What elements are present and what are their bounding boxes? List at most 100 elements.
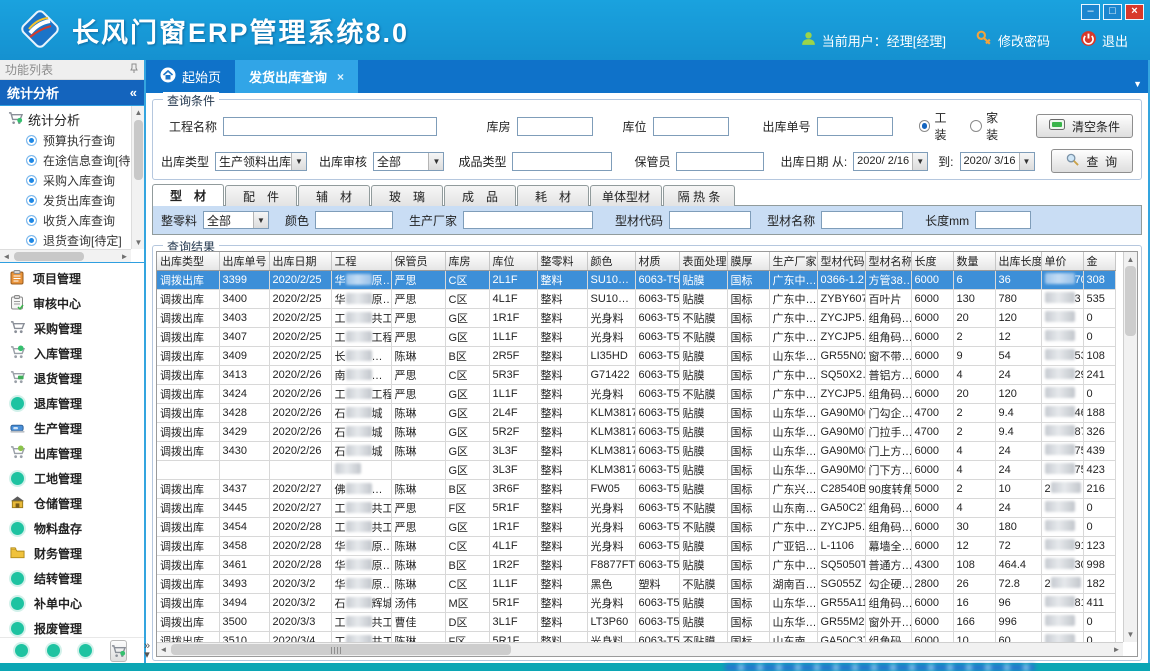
table-row[interactable]: 调拨出库34302020/2/26石城陈琳G区3L3F整料KLM38176063… (157, 441, 1115, 460)
table-row[interactable]: 调拨出库34282020/2/26石城陈琳G区2L4F整料KLM38176063… (157, 403, 1115, 422)
table-row[interactable]: 调拨出库34032020/2/25工共工程严思G区1R1F整料光身料6063-T… (157, 308, 1115, 327)
material-tab[interactable]: 隔 热 条 (663, 185, 735, 206)
sidebar-menu-item[interactable]: 入库管理 (0, 341, 144, 366)
column-header[interactable]: 金 (1083, 252, 1115, 270)
column-header[interactable]: 单价 (1041, 252, 1083, 270)
tab-shipping-outbound-query[interactable]: 发货出库查询× (235, 60, 358, 93)
tab-start-page[interactable]: 起始页 (146, 60, 235, 93)
column-header[interactable]: 型材代码 (817, 252, 865, 270)
tree-item[interactable]: 采购入库查询 (0, 170, 131, 190)
grid-vertical-scrollbar[interactable]: ▲ ▼ (1123, 252, 1137, 642)
grid-horizontal-scrollbar[interactable]: ◄ ► (157, 642, 1123, 656)
radio-work-install[interactable]: 工装 (919, 109, 959, 143)
column-header[interactable]: 数量 (953, 252, 995, 270)
table-row[interactable]: 调拨出库33992020/2/25华原…严思C区2L1F整料SU10…6063-… (157, 270, 1115, 289)
whole-part-select[interactable]: 全部 ▼ (203, 211, 269, 229)
logout-button[interactable]: 退出 (1080, 30, 1128, 50)
length-input[interactable] (975, 211, 1031, 229)
column-header[interactable]: 库房 (445, 252, 489, 270)
profile-code-input[interactable] (669, 211, 751, 229)
table-row[interactable]: 调拨出库35002020/3/3工共工程曹佳D区3L1F整料LT3P606063… (157, 612, 1115, 631)
column-header[interactable]: 工程 (331, 252, 391, 270)
maker-input[interactable] (463, 211, 593, 229)
tab-overflow-icon[interactable]: ▼ (1133, 79, 1142, 89)
footer-dot-icon[interactable] (15, 644, 28, 657)
color-input[interactable] (315, 211, 393, 229)
close-button[interactable]: × (1125, 4, 1144, 20)
table-row[interactable]: 调拨出库34002020/2/25华原…严思C区4L1F整料SU10…6063-… (157, 289, 1115, 308)
material-tab[interactable]: 耗 材 (517, 185, 589, 206)
table-row[interactable]: 调拨出库34092020/2/25长…陈琳B区2R5F整料LI35HD6063-… (157, 346, 1115, 365)
sidebar-menu-item[interactable]: 补单中心 (0, 591, 144, 616)
sidebar-menu-item[interactable]: 生产管理 (0, 416, 144, 441)
sidebar-menu-item[interactable]: 工地管理 (0, 466, 144, 491)
table-row[interactable]: 调拨出库34612020/2/28华原…陈琳B区1R2F整料F8877FT606… (157, 555, 1115, 574)
sidebar-menu-item[interactable]: 结转管理 (0, 566, 144, 591)
product-type-input[interactable] (512, 152, 612, 171)
column-header[interactable]: 型材名称 (865, 252, 911, 270)
sidebar-menu-item[interactable]: 物料盘存 (0, 516, 144, 541)
footer-dot-icon[interactable] (79, 644, 92, 657)
close-tab-icon[interactable]: × (337, 70, 344, 84)
table-row[interactable]: G区3L3F整料KLM38176063-T5贴膜国标山东华…GA90M09.门下… (157, 460, 1115, 479)
column-header[interactable]: 膜厚 (727, 252, 769, 270)
tree-item[interactable]: 发货出库查询 (0, 190, 131, 210)
order-no-input[interactable] (817, 117, 893, 136)
sidebar-menu-item[interactable]: 财务管理 (0, 541, 144, 566)
clear-conditions-button[interactable]: 清空条件 (1036, 114, 1133, 138)
sidebar-menu-item[interactable]: 报废管理 (0, 616, 144, 637)
footer-dot-icon[interactable] (47, 644, 60, 657)
date-to-picker[interactable]: 2020/ 3/16 ▼ (960, 152, 1035, 171)
tree-item[interactable]: 预算执行查询 (0, 130, 131, 150)
table-row[interactable]: 调拨出库34292020/2/26石城陈琳G区5R2F整料KLM38176063… (157, 422, 1115, 441)
audit-select[interactable]: 全部 ▼ (373, 152, 444, 171)
tree-horizontal-scrollbar[interactable]: ◄ ► (0, 249, 131, 262)
warehouse-input[interactable] (517, 117, 593, 136)
column-header[interactable]: 颜色 (587, 252, 635, 270)
footer-cart-button[interactable] (110, 640, 127, 662)
material-tab[interactable]: 单体型材 (590, 185, 662, 206)
column-header[interactable]: 出库日期 (269, 252, 331, 270)
pin-icon[interactable] (129, 63, 139, 77)
sidebar-menu-item[interactable]: 采购管理 (0, 316, 144, 341)
table-row[interactable]: 调拨出库34452020/2/27工共工程严思F区5R1F整料光身料6063-T… (157, 498, 1115, 517)
column-header[interactable]: 表面处理 (679, 252, 727, 270)
tree-item[interactable]: 在途信息查询[待 (0, 150, 131, 170)
material-tab[interactable]: 玻 璃 (371, 185, 443, 206)
table-row[interactable]: 调拨出库34372020/2/27佛…陈琳B区3R6F整料FW056063-T5… (157, 479, 1115, 498)
column-header[interactable]: 库位 (489, 252, 537, 270)
column-header[interactable]: 长度 (911, 252, 953, 270)
tree-item[interactable]: 退货查询[待定] (0, 230, 131, 249)
maximize-button[interactable]: □ (1103, 4, 1122, 20)
material-tab[interactable]: 配 件 (225, 185, 297, 206)
tree-vertical-scrollbar[interactable]: ▲ ▼ (131, 106, 144, 249)
sidebar-section-statistics[interactable]: 统计分析 « (0, 80, 144, 105)
collapse-icon[interactable]: « (130, 85, 137, 100)
table-row[interactable]: 调拨出库35102020/3/4工共工程陈琳F区5R1F整料光身料6063-T5… (157, 631, 1115, 642)
sidebar-menu-item[interactable]: 退库管理 (0, 391, 144, 416)
column-header[interactable]: 生产厂家 (769, 252, 817, 270)
project-name-input[interactable] (223, 117, 436, 136)
material-tab[interactable]: 辅 材 (298, 185, 370, 206)
sidebar-menu-item[interactable]: 仓储管理 (0, 491, 144, 516)
change-password-button[interactable]: 修改密码 (976, 30, 1050, 50)
table-row[interactable]: 调拨出库34132020/2/26南…严思C区5R3F整料G714226063-… (157, 365, 1115, 384)
search-button[interactable]: 查 询 (1051, 149, 1134, 173)
radio-home-install[interactable]: 家装 (970, 109, 1010, 143)
profile-name-input[interactable] (821, 211, 903, 229)
sidebar-menu-item[interactable]: 退货管理 (0, 366, 144, 391)
column-header[interactable]: 出库长度 (995, 252, 1041, 270)
out-type-select[interactable]: 生产领料出库 ▼ (215, 152, 307, 171)
tree-root-statistics[interactable]: 统计分析 (0, 108, 131, 130)
column-header[interactable]: 出库单号 (219, 252, 269, 270)
table-row[interactable]: 调拨出库34072020/2/25工工程严思G区1L1F整料光身料6063-T5… (157, 327, 1115, 346)
date-from-picker[interactable]: 2020/ 2/16 ▼ (853, 152, 928, 171)
minimize-button[interactable]: – (1081, 4, 1100, 20)
table-row[interactable]: 调拨出库34542020/2/28工共工程严思G区1R1F整料光身料6063-T… (157, 517, 1115, 536)
sidebar-menu-item[interactable]: 审核中心 (0, 291, 144, 316)
column-header[interactable]: 整零料 (537, 252, 587, 270)
location-input[interactable] (653, 117, 729, 136)
table-row[interactable]: 调拨出库34942020/3/2石辉城汤伟M区5R1F整料光身料6063-T5贴… (157, 593, 1115, 612)
tree-item[interactable]: 收货入库查询 (0, 210, 131, 230)
column-header[interactable]: 保管员 (391, 252, 445, 270)
